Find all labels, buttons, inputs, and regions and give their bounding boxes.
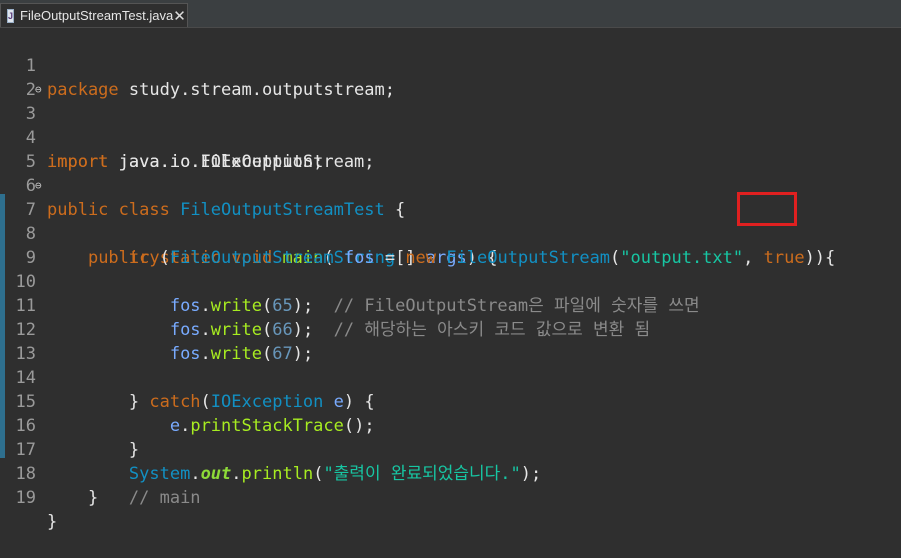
code-line: 16 }: [0, 390, 901, 460]
line-number: 19: [15, 488, 36, 508]
code-editor[interactable]: 1 package study.stream.outputstream; 2 3…: [0, 28, 901, 532]
java-file-icon: J: [7, 8, 15, 23]
code-line: 18 } // main: [0, 438, 901, 508]
fold-collapse-icon[interactable]: ⊖: [35, 174, 42, 198]
code-line: 19 }: [0, 462, 901, 532]
comment: // main: [128, 488, 201, 508]
code-line: 11 fos.write(66); // 해당하는 아스키 코드 값으로 변환 …: [0, 270, 901, 340]
code-line: 3 ⊖ import java.io.FileOutputStream;: [0, 78, 901, 172]
code-line: 5: [0, 126, 901, 172]
close-icon[interactable]: ✕: [173, 7, 186, 25]
code-line: 6 public class FileOutputStreamTest {: [0, 150, 901, 220]
code-line: 4 import java.io.IOException;: [0, 102, 901, 172]
code-line: 2: [0, 54, 901, 100]
code-line: 13: [0, 318, 901, 364]
code-line: 10 fos.write(65); // FileOutputStream은 파…: [0, 246, 901, 316]
code-text: }: [47, 512, 58, 532]
editor-tab-bar: J FileOutputStreamTest.java ✕: [0, 0, 901, 28]
code-line: 1 package study.stream.outputstream;: [0, 30, 901, 100]
code-text: }: [47, 488, 129, 508]
tab-title: FileOutputStreamTest.java: [20, 8, 174, 23]
annotation-highlight-box: [737, 192, 797, 226]
code-line: 14 } catch(IOException e) {: [0, 342, 901, 412]
code-line: 15 e.printStackTrace();: [0, 366, 901, 436]
fold-collapse-icon[interactable]: ⊖: [35, 78, 42, 102]
code-line: 17 System.out.println("출력이 완료되었습니다.");: [0, 414, 901, 484]
code-line: 12 fos.write(67);: [0, 294, 901, 364]
tab-file-output-stream-test[interactable]: J FileOutputStreamTest.java ✕: [0, 3, 188, 27]
